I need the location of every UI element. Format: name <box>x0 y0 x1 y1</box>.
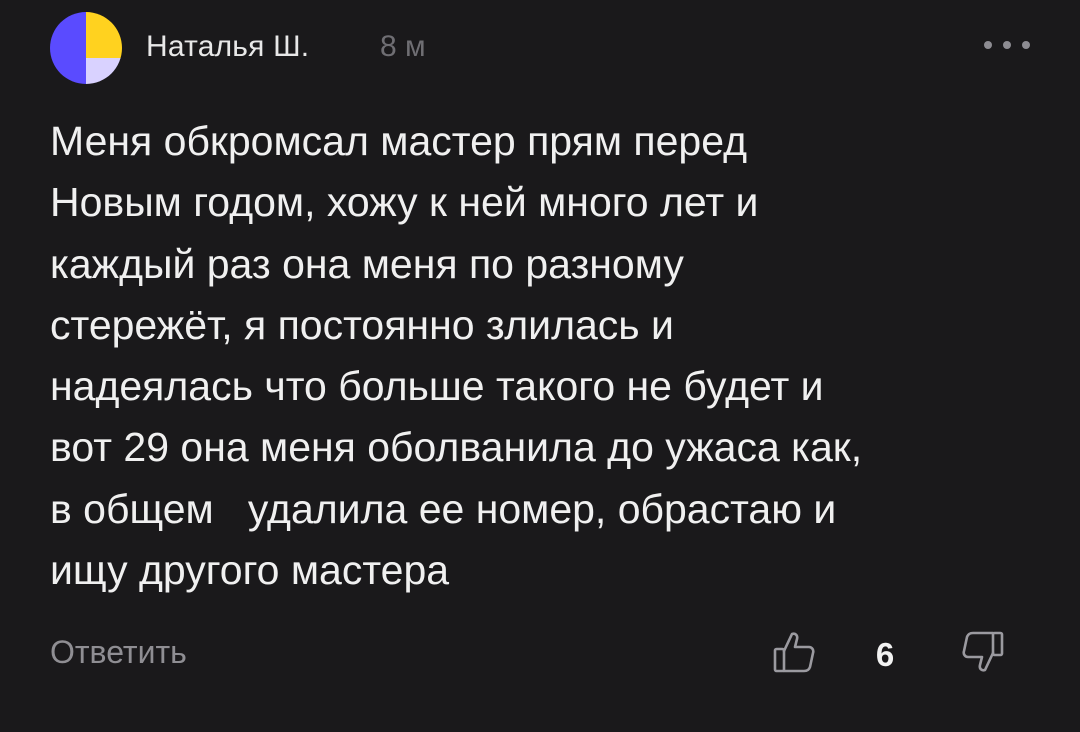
more-dot <box>1003 41 1011 49</box>
comment-text: Меня обкромсал мастер прям перед Новым г… <box>50 118 863 594</box>
like-count: 6 <box>875 636 895 673</box>
more-dot <box>984 41 992 49</box>
avatar-image <box>50 12 122 84</box>
thumbs-up-icon[interactable] <box>773 630 815 674</box>
avatar[interactable] <box>50 12 122 84</box>
author-name[interactable]: Наталья Ш. <box>146 30 309 64</box>
reply-button[interactable]: Ответить <box>50 634 187 671</box>
comment-header: Наталья Ш. 8 м <box>50 12 1030 84</box>
more-dot <box>1022 41 1030 49</box>
thumbs-down-icon[interactable] <box>962 630 1004 674</box>
comment-time: 8 м <box>380 30 426 63</box>
more-icon[interactable] <box>984 30 1030 60</box>
comment-card: Наталья Ш. 8 м Меня обкромсал мастер пря… <box>0 0 1080 732</box>
